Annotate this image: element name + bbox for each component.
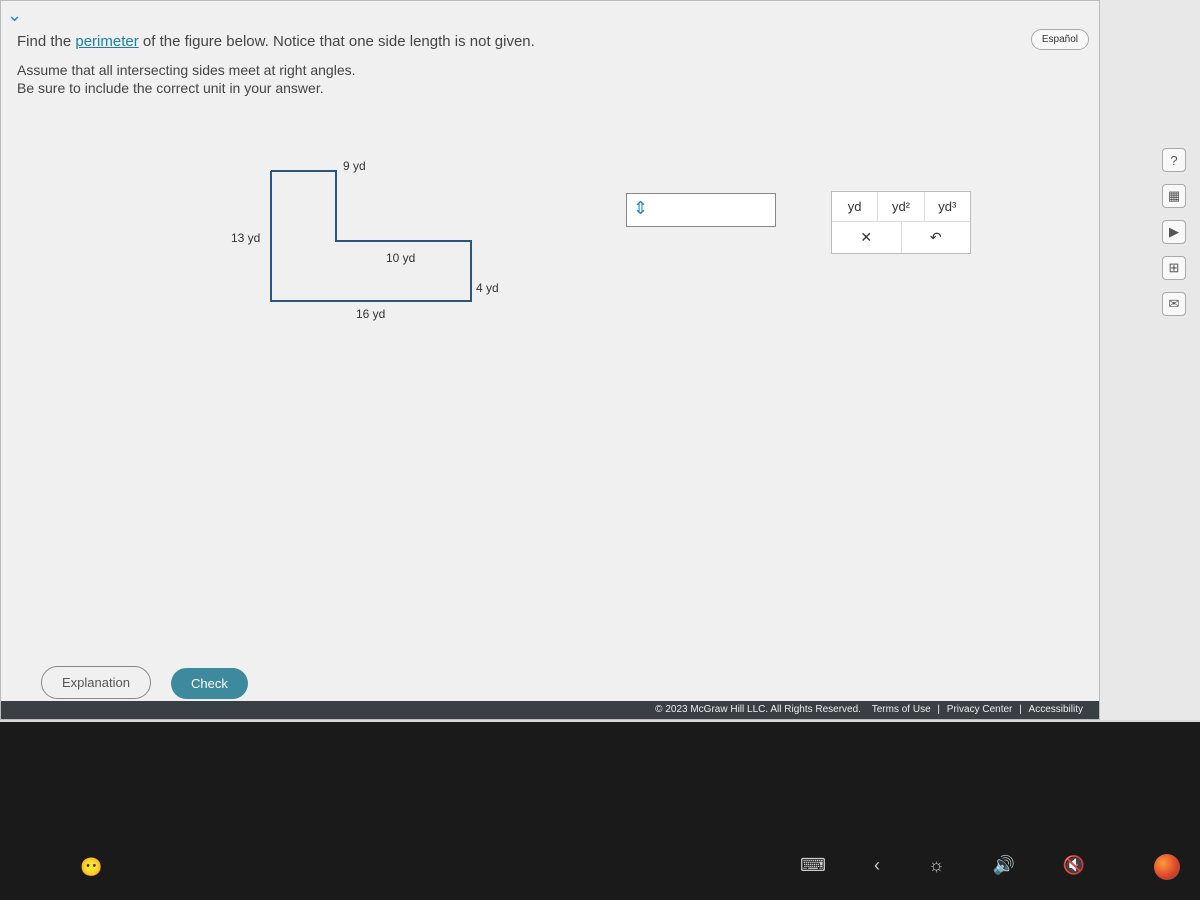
help-icon[interactable]: ? bbox=[1162, 148, 1186, 172]
play-icon[interactable]: ▶ bbox=[1162, 220, 1186, 244]
footer-copyright: © 2023 McGraw Hill LLC. All Rights Reser… bbox=[655, 704, 861, 715]
label-9yd: 9 yd bbox=[343, 159, 366, 173]
grid-icon[interactable]: ⊞ bbox=[1162, 256, 1186, 280]
footer-terms[interactable]: Terms of Use bbox=[872, 704, 931, 715]
label-4yd: 4 yd bbox=[476, 281, 499, 295]
calculator-icon[interactable]: ▦ bbox=[1162, 184, 1186, 208]
unit-panel: yd yd² yd³ ✕ ↶ bbox=[831, 191, 971, 254]
question-panel: ⌄ Find the perimeter of the figure below… bbox=[0, 0, 1100, 720]
unit-yd2[interactable]: yd² bbox=[878, 192, 924, 221]
taskbar-icons: ⌨ ‹ ☼ 🔊 🔇 bbox=[800, 855, 1085, 876]
check-button[interactable]: Check bbox=[171, 668, 248, 699]
keyboard-icon[interactable]: ⌨ bbox=[800, 855, 826, 876]
taskbar-orb-icon[interactable] bbox=[1154, 854, 1180, 880]
answer-cursor-icon: ⇕ bbox=[633, 198, 648, 219]
clear-button[interactable]: ✕ bbox=[832, 222, 901, 253]
answer-input[interactable] bbox=[626, 193, 776, 227]
perimeter-link[interactable]: perimeter bbox=[75, 33, 138, 50]
explanation-button[interactable]: Explanation bbox=[41, 666, 151, 699]
question-text-line1: Find the perimeter of the figure below. … bbox=[17, 33, 535, 50]
footer-text: © 2023 McGraw Hill LLC. All Rights Reser… bbox=[651, 704, 1087, 715]
label-16yd: 16 yd bbox=[356, 307, 385, 321]
right-sidebar: ? ▦ ▶ ⊞ ✉ bbox=[1100, 0, 1200, 720]
undo-button[interactable]: ↶ bbox=[901, 222, 971, 253]
footer-privacy[interactable]: Privacy Center bbox=[947, 704, 1013, 715]
unit-yd3[interactable]: yd³ bbox=[925, 192, 970, 221]
label-13yd: 13 yd bbox=[231, 231, 260, 245]
question-text-line2: Assume that all intersecting sides meet … bbox=[17, 61, 356, 97]
footer-accessibility[interactable]: Accessibility bbox=[1029, 704, 1083, 715]
brightness-icon[interactable]: ☼ bbox=[928, 855, 945, 876]
q-text-pre: Find the bbox=[17, 33, 75, 50]
back-icon[interactable]: ‹ bbox=[874, 855, 880, 876]
figure-diagram: 9 yd 13 yd 10 yd 4 yd 16 yd bbox=[261, 161, 501, 331]
mail-icon[interactable]: ✉ bbox=[1162, 292, 1186, 316]
q-text-post: of the figure below. Notice that one sid… bbox=[139, 33, 535, 50]
collapse-icon[interactable]: ⌄ bbox=[7, 5, 22, 26]
taskbar-emoji-icon[interactable]: 😶 bbox=[80, 857, 102, 878]
volume-icon[interactable]: 🔊 bbox=[992, 855, 1014, 876]
label-10yd: 10 yd bbox=[386, 251, 415, 265]
language-button[interactable]: Español bbox=[1031, 29, 1089, 50]
mute-icon[interactable]: 🔇 bbox=[1063, 855, 1085, 876]
unit-yd[interactable]: yd bbox=[832, 192, 878, 221]
